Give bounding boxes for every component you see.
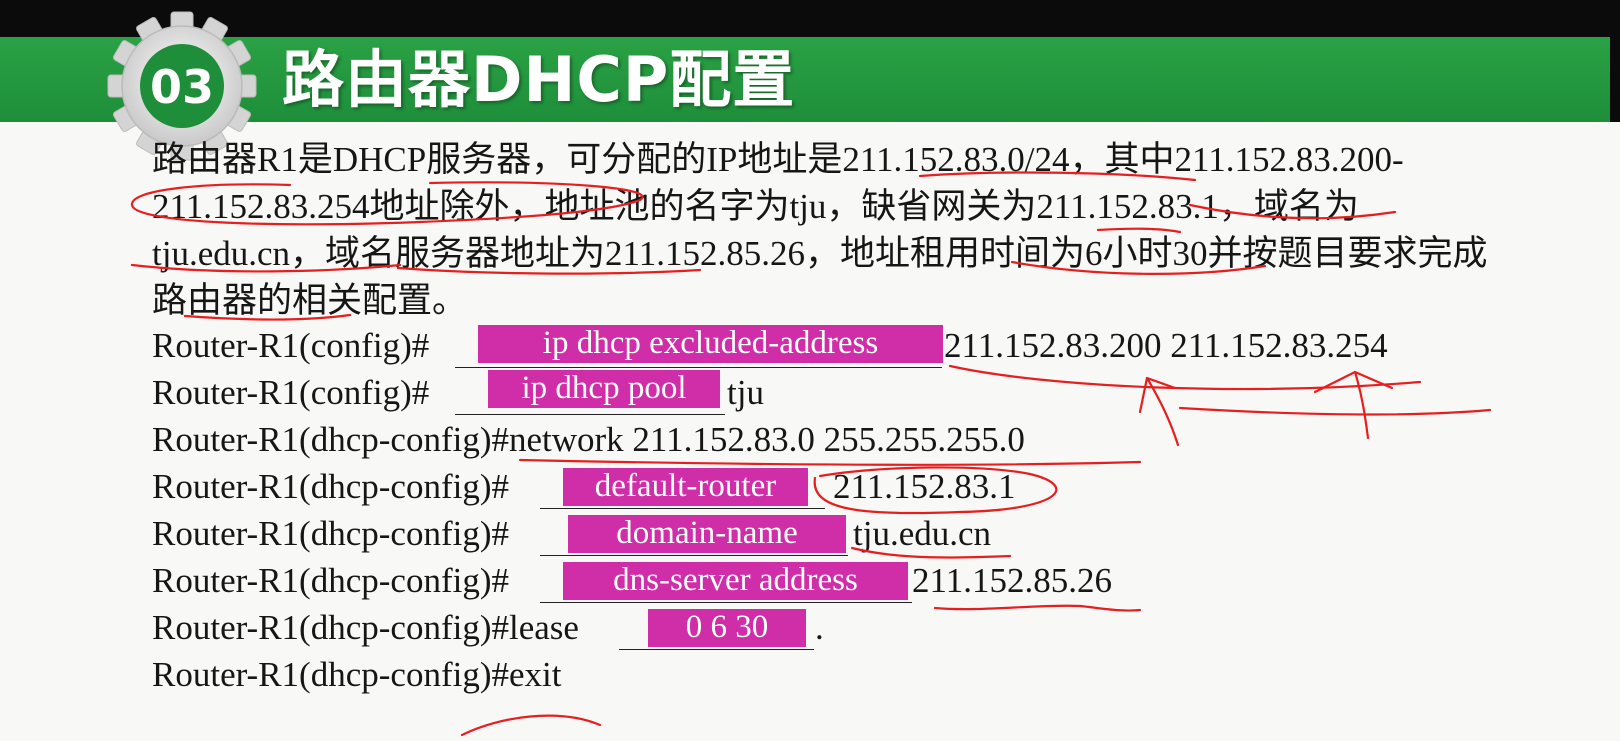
answer-highlight: default-router: [563, 468, 808, 506]
command-suffix: .: [815, 608, 824, 647]
command-line-1: Router-R1(config)#: [152, 323, 429, 369]
command-line-6: Router-R1(dhcp-config)#: [152, 558, 509, 604]
answer-highlight: ip dhcp excluded-address: [478, 325, 943, 363]
command-line-8: Router-R1(dhcp-config)#exit: [152, 655, 562, 694]
command-suffix: tju: [727, 373, 764, 412]
prompt: Router-R1(dhcp-config)#: [152, 467, 509, 506]
answer-highlight: domain-name: [568, 515, 846, 553]
prompt: Router-R1(dhcp-config)#lease: [152, 608, 579, 647]
command-line-7: Router-R1(dhcp-config)#lease: [152, 605, 579, 651]
underline-dns-answer: [933, 604, 1142, 612]
arrow-2: [1313, 370, 1394, 440]
question-text: 路由器R1是DHCP服务器，可分配的IP地址是211.152.83.0/24，其…: [152, 140, 1488, 320]
slide-number: 03: [150, 60, 214, 114]
command-line-3: Router-R1(dhcp-config)#network 211.152.8…: [152, 420, 1025, 459]
long-underline: [1178, 406, 1492, 416]
prompt: Router-R1(config)#: [152, 373, 430, 412]
command-suffix: tju.edu.cn: [853, 514, 992, 553]
answer-highlight: 0 6 30: [648, 609, 806, 647]
answer-highlight: ip dhcp pool: [488, 370, 720, 408]
slide-title: 路由器DHCP配置: [282, 43, 796, 116]
arrow-1: [1138, 376, 1180, 447]
command-suffix: 211.152.83.200 211.152.83.254: [944, 326, 1388, 365]
command-line-5: Router-R1(dhcp-config)#: [152, 511, 509, 557]
underline-excluded-suffix: [948, 364, 1422, 391]
prompt: Router-R1(config)#: [152, 326, 430, 365]
banner-edge: [1610, 37, 1620, 122]
prompt: Router-R1(dhcp-config)#: [152, 514, 509, 553]
command-line-4: Router-R1(dhcp-config)#: [152, 464, 509, 510]
prompt: Router-R1(dhcp-config)#: [152, 561, 509, 600]
command-line-2: Router-R1(config)#: [152, 370, 429, 416]
answer-highlight: dns-server address: [563, 562, 908, 600]
command-suffix: 211.152.85.26: [912, 561, 1112, 600]
scribble-bottom: [460, 714, 602, 737]
command-suffix: 211.152.83.1: [833, 467, 1016, 506]
